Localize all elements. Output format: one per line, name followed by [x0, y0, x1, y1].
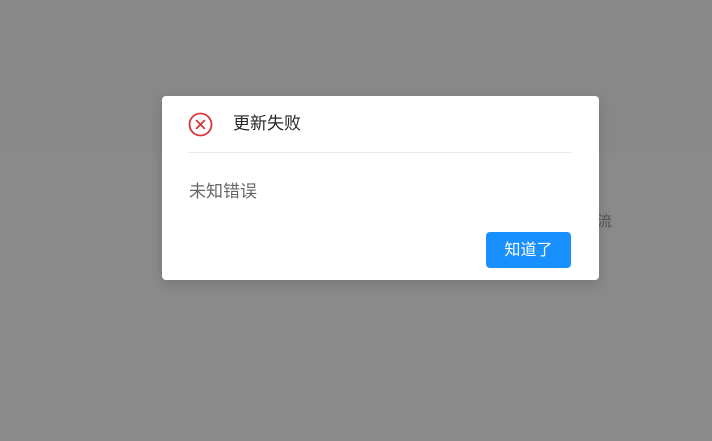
dialog-header: 更新失败 — [188, 110, 571, 153]
error-dialog: 更新失败 未知错误 知道了 — [162, 96, 599, 280]
ok-button[interactable]: 知道了 — [486, 232, 571, 268]
dialog-title: 更新失败 — [233, 114, 301, 134]
dialog-message: 未知错误 — [189, 182, 257, 202]
page: 流 更新失败 未知错误 知道了 — [0, 0, 712, 441]
close-circle-icon — [188, 112, 213, 137]
